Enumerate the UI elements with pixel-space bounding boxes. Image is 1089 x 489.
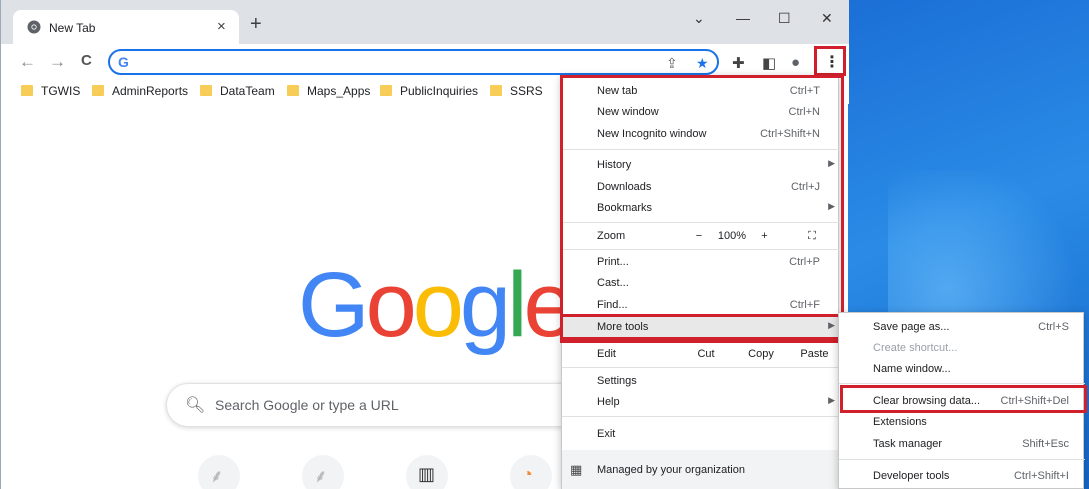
paste-button[interactable]: Paste <box>789 344 840 366</box>
chevron-right-icon: ▶ <box>828 320 835 330</box>
menu-item-incognito[interactable]: New Incognito window Ctrl+Shift+N <box>562 124 840 146</box>
browser-window: New Tab × + ⌄ — ☐ ✕ ← → C G ⇪ ★ ✚ ◧ ● ⋮ … <box>0 0 849 489</box>
chevron-right-icon: ▶ <box>828 158 835 168</box>
menu-divider <box>562 341 840 342</box>
bookmark-folder[interactable]: DataTeam <box>200 84 275 98</box>
menu-item-find[interactable]: Find... Ctrl+F <box>562 295 840 317</box>
shortcut-tile[interactable]: ⸙ <box>302 455 344 489</box>
reload-button[interactable]: C <box>81 52 92 69</box>
google-g-icon: G <box>118 54 129 70</box>
menu-divider <box>562 149 840 150</box>
chart-icon: ▥ <box>418 464 436 484</box>
folder-icon <box>380 85 392 96</box>
copy-button[interactable]: Copy <box>734 344 788 366</box>
cut-button[interactable]: Cut <box>679 344 733 366</box>
shortcut-tile[interactable]: ⸙ <box>198 455 240 489</box>
more-tools-submenu: Save page as... Ctrl+S Create shortcut...… <box>838 312 1085 489</box>
menu-item-bookmarks[interactable]: Bookmarks ▶ <box>562 198 840 220</box>
tab-title: New Tab <box>49 21 96 35</box>
chrome-main-menu: New tab Ctrl+T New window Ctrl+N New Incog… <box>561 75 840 489</box>
menu-item-new-window[interactable]: New window Ctrl+N <box>562 102 840 124</box>
folder-icon <box>21 85 33 96</box>
tab-close-icon[interactable]: × <box>217 18 226 35</box>
chrome-icon <box>27 20 41 34</box>
profile-avatar-icon[interactable]: ● <box>791 54 800 71</box>
menu-item-downloads[interactable]: Downloads Ctrl+J <box>562 177 840 199</box>
circle-logo-icon: ◔ <box>522 464 533 484</box>
bookmark-folder[interactable]: PublicInquiries <box>380 84 478 98</box>
close-window-button[interactable]: ✕ <box>821 10 833 27</box>
search-icon: 🔍︎ <box>185 397 206 414</box>
menu-item-more-tools[interactable]: More tools ▶ <box>562 317 840 339</box>
chevron-right-icon: ▶ <box>828 395 835 405</box>
google-logo: Google <box>298 254 575 356</box>
shortcut-tile[interactable]: ▥ <box>406 455 448 489</box>
folder-icon <box>287 85 299 96</box>
menu-item-print[interactable]: Print... Ctrl+P <box>562 252 840 274</box>
tab-search-chevron-icon[interactable]: ⌄ <box>693 10 705 27</box>
tab-strip: New Tab × + ⌄ — ☐ ✕ <box>1 0 849 44</box>
menu-divider <box>562 249 840 250</box>
menu-divider <box>562 367 840 368</box>
folder-icon <box>200 85 212 96</box>
menu-item-zoom: Zoom − 100% + ⛶ <box>562 226 840 248</box>
new-tab-button[interactable]: + <box>250 14 262 34</box>
bookmark-star-icon[interactable]: ★ <box>696 55 709 72</box>
tab-new-tab[interactable]: New Tab × <box>13 10 239 44</box>
submenu-item-clear-browsing-data[interactable]: Clear browsing data... Ctrl+Shift+Del <box>839 391 1085 413</box>
search-placeholder: Search Google or type a URL <box>215 397 399 413</box>
menu-item-exit[interactable]: Exit <box>562 424 840 446</box>
submenu-item-extensions[interactable]: Extensions <box>839 412 1085 434</box>
maximize-button[interactable]: ☐ <box>778 10 791 27</box>
menu-item-cast[interactable]: Cast... <box>562 273 840 295</box>
menu-item-edit: Edit Cut Copy Paste <box>562 344 840 366</box>
minimize-button[interactable]: — <box>736 10 750 26</box>
bookmark-folder[interactable]: AdminReports <box>92 84 188 98</box>
submenu-item-task-manager[interactable]: Task manager Shift+Esc <box>839 434 1085 456</box>
folder-icon <box>92 85 104 96</box>
menu-item-help[interactable]: Help ▶ <box>562 392 840 414</box>
menu-divider <box>839 383 1085 384</box>
forward-button[interactable]: → <box>49 52 66 72</box>
feather-icon: ⸙ <box>210 466 224 486</box>
bookmark-folder[interactable]: Maps_Apps <box>287 84 370 98</box>
fullscreen-icon[interactable]: ⛶ <box>794 226 830 248</box>
submenu-item-name-window[interactable]: Name window... <box>839 359 1085 381</box>
share-icon[interactable]: ⇪ <box>666 55 678 72</box>
feather-icon: ⸙ <box>314 466 328 486</box>
managed-by-org[interactable]: ▦ Managed by your organization <box>562 450 840 489</box>
shortcut-tile[interactable]: ◔ <box>510 455 552 489</box>
menu-divider <box>562 416 840 417</box>
submenu-item-developer-tools[interactable]: Developer tools Ctrl+Shift+I <box>839 466 1085 488</box>
menu-item-settings[interactable]: Settings <box>562 371 840 393</box>
extensions-icon[interactable]: ✚ <box>732 54 745 72</box>
menu-item-new-tab[interactable]: New tab Ctrl+T <box>562 81 840 103</box>
submenu-item-create-shortcut: Create shortcut... <box>873 342 958 354</box>
chrome-menu-button[interactable]: ⋮ <box>824 52 840 72</box>
submenu-item-save-page[interactable]: Save page as... Ctrl+S <box>839 317 1085 339</box>
building-icon: ▦ <box>570 462 583 477</box>
google-search-box[interactable]: 🔍︎ Search Google or type a URL <box>166 383 626 427</box>
zoom-in-button[interactable]: + <box>747 226 782 248</box>
bookmark-folder[interactable]: TGWIS <box>21 84 80 98</box>
side-panel-icon[interactable]: ◧ <box>762 54 776 72</box>
menu-divider <box>839 459 1085 460</box>
chevron-right-icon: ▶ <box>828 201 835 211</box>
back-button[interactable]: ← <box>19 52 36 72</box>
menu-divider <box>562 222 840 223</box>
bookmark-folder[interactable]: SSRS <box>490 84 543 98</box>
menu-item-history[interactable]: History ▶ <box>562 155 840 177</box>
address-bar[interactable]: G ⇪ ★ <box>108 49 719 75</box>
folder-icon <box>490 85 502 96</box>
